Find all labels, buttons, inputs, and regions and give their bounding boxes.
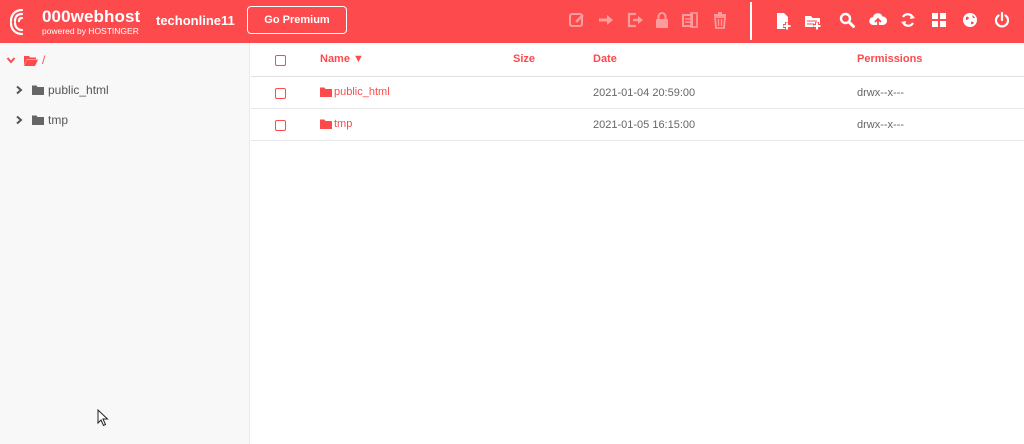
username: techonline11	[156, 13, 235, 28]
globe-icon[interactable]	[961, 11, 979, 29]
file-name: public_html	[334, 86, 390, 98]
brand-tagline: powered by HOSTINGER	[42, 26, 139, 36]
move-icon[interactable]	[597, 11, 615, 29]
new-file-icon[interactable]	[774, 12, 792, 30]
export-icon[interactable]	[626, 11, 644, 29]
go-premium-button[interactable]: Go Premium	[247, 6, 347, 34]
top-bar: 000webhost powered by HOSTINGER techonli…	[0, 0, 1024, 43]
tree-item-label: public_html	[48, 83, 109, 97]
select-all-checkbox[interactable]	[275, 55, 286, 66]
folder-icon	[320, 87, 332, 97]
chevron-right-icon[interactable]	[14, 85, 24, 95]
folder-icon	[32, 115, 44, 125]
chevron-down-icon[interactable]	[6, 55, 16, 65]
brand[interactable]: 000webhost powered by HOSTINGER	[42, 8, 140, 36]
column-header-size[interactable]: Size	[513, 53, 535, 65]
row-checkbox[interactable]	[275, 88, 286, 99]
column-header-permissions[interactable]: Permissions	[857, 53, 922, 65]
row-checkbox[interactable]	[275, 120, 286, 131]
file-name-link[interactable]: tmp	[320, 118, 352, 130]
mouse-cursor-icon	[97, 409, 109, 427]
column-header-name[interactable]: Name ▼	[320, 53, 364, 65]
search-icon[interactable]	[838, 11, 856, 29]
file-permissions: drwx--x---	[857, 87, 905, 99]
archive-icon[interactable]	[681, 11, 699, 29]
000webhost-logo-icon[interactable]	[6, 6, 38, 38]
tree-item-label: tmp	[48, 113, 69, 127]
tree-item-tmp[interactable]: tmp	[14, 110, 68, 130]
chevron-right-icon[interactable]	[14, 115, 24, 125]
toolbar-separator	[750, 2, 752, 40]
open-folder-icon	[24, 55, 38, 66]
tree-root-label: /	[42, 53, 46, 67]
lock-icon[interactable]	[653, 11, 671, 29]
trash-icon[interactable]	[711, 11, 729, 29]
new-folder-icon[interactable]	[804, 12, 822, 30]
folder-icon	[32, 85, 44, 95]
folder-tree-sidebar: / public_html tmp	[0, 43, 250, 444]
table-row[interactable]: public_html 2021-01-04 20:59:00 drwx--x-…	[251, 77, 1024, 109]
file-name-link[interactable]: public_html	[320, 86, 390, 98]
file-permissions: drwx--x---	[857, 119, 905, 131]
column-header-date[interactable]: Date	[593, 53, 617, 65]
tree-item-public-html[interactable]: public_html	[14, 80, 109, 100]
brand-name: 000webhost	[42, 7, 141, 26]
file-date: 2021-01-04 20:59:00	[593, 87, 696, 99]
refresh-icon[interactable]	[899, 11, 917, 29]
power-icon[interactable]	[993, 11, 1011, 29]
folder-icon	[320, 119, 332, 129]
grid-view-icon[interactable]	[930, 11, 948, 29]
table-row[interactable]: tmp 2021-01-05 16:15:00 drwx--x---	[251, 109, 1024, 141]
tree-root[interactable]: /	[6, 50, 45, 70]
file-date: 2021-01-05 16:15:00	[593, 119, 696, 131]
file-name: tmp	[334, 118, 353, 130]
table-header: Name ▼ Size Date Permissions	[251, 43, 1024, 77]
upload-icon[interactable]	[869, 11, 887, 29]
edit-icon[interactable]	[568, 11, 586, 29]
file-list: Name ▼ Size Date Permissions public_html…	[251, 43, 1024, 444]
